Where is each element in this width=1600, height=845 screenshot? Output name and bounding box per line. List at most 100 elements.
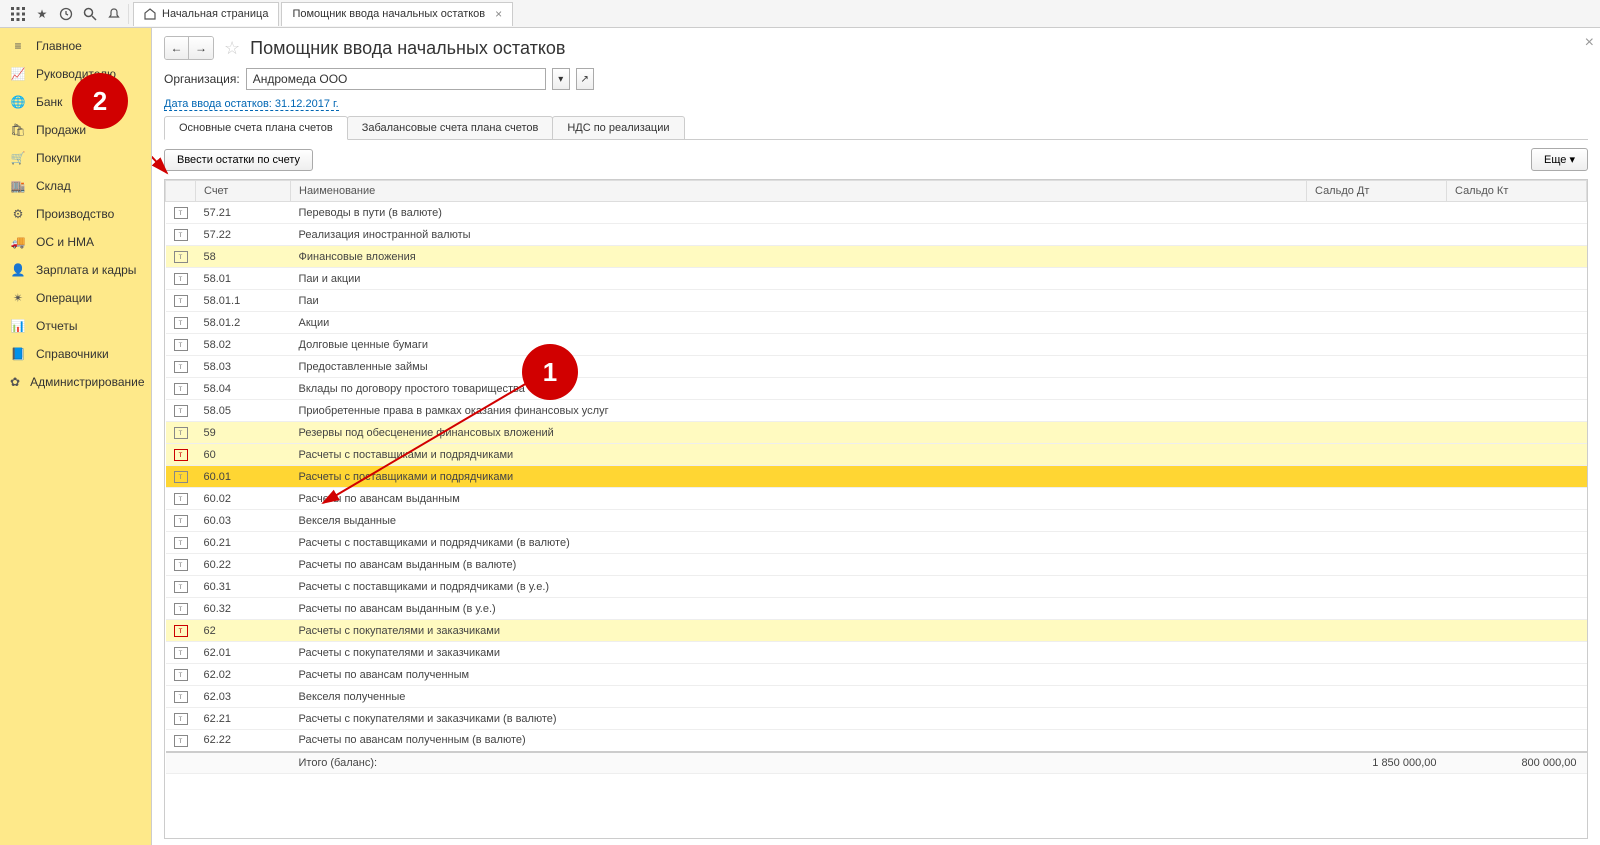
cell-saldo-kt: [1447, 642, 1587, 664]
tab-vat[interactable]: НДС по реализации: [552, 116, 684, 139]
history-icon[interactable]: [54, 2, 78, 26]
sidebar-item-12[interactable]: ✿Администрирование: [0, 368, 151, 396]
sidebar-item-0[interactable]: ≡ Главное: [0, 32, 151, 60]
tab-offbalance-accounts[interactable]: Забалансовые счета плана счетов: [347, 116, 554, 139]
cell-saldo-dt: [1307, 356, 1447, 378]
sidebar-item-3[interactable]: 🛍Продажи: [0, 116, 151, 144]
cell-saldo-dt: [1307, 268, 1447, 290]
account-type-icon: т: [174, 515, 188, 527]
forward-button[interactable]: →: [189, 37, 213, 59]
sidebar-item-label: ОС и НМА: [36, 235, 94, 249]
table-row[interactable]: т62.03Векселя полученные: [166, 686, 1587, 708]
cell-saldo-dt: [1307, 576, 1447, 598]
totals-label: Итого (баланс):: [291, 752, 1307, 774]
sidebar-icon: 🛍: [10, 122, 26, 138]
sidebar-item-5[interactable]: 🏬Склад: [0, 172, 151, 200]
sidebar-item-6[interactable]: ⚙Производство: [0, 200, 151, 228]
table-row[interactable]: т57.22Реализация иностранной валюты: [166, 224, 1587, 246]
cell-saldo-dt: [1307, 708, 1447, 730]
sidebar-icon: ≡: [10, 38, 26, 54]
sidebar-item-1[interactable]: 📈Руководителю: [0, 60, 151, 88]
account-type-icon: т: [174, 581, 188, 593]
table-row[interactable]: т58.02Долговые ценные бумаги: [166, 334, 1587, 356]
cell-account: 58.01.1: [196, 290, 291, 312]
cell-name: Реализация иностранной валюты: [291, 224, 1307, 246]
table-row[interactable]: т58.03Предоставленные займы: [166, 356, 1587, 378]
tab-main-accounts[interactable]: Основные счета плана счетов: [164, 116, 348, 140]
table-row[interactable]: т60.32Расчеты по авансам выданным (в у.е…: [166, 598, 1587, 620]
table-row[interactable]: т60.21Расчеты с поставщиками и подрядчик…: [166, 532, 1587, 554]
cell-name: Расчеты с поставщиками и подрядчиками (в…: [291, 576, 1307, 598]
table-row[interactable]: т62.01Расчеты с покупателями и заказчика…: [166, 642, 1587, 664]
cell-account: 58.01: [196, 268, 291, 290]
org-open-button[interactable]: ↗: [576, 68, 594, 90]
tab-home-label: Начальная страница: [162, 8, 268, 20]
account-type-icon: т: [174, 537, 188, 549]
cell-name: Финансовые вложения: [291, 246, 1307, 268]
col-saldo-dt: Сальдо Дт: [1307, 181, 1447, 202]
table-row[interactable]: т62.22Расчеты по авансам полученным (в в…: [166, 730, 1587, 752]
table-row[interactable]: т57.21Переводы в пути (в валюте): [166, 202, 1587, 224]
cell-saldo-dt: [1307, 488, 1447, 510]
sidebar-item-label: Справочники: [36, 347, 109, 361]
cell-saldo-dt: [1307, 202, 1447, 224]
table-row[interactable]: т58.04Вклады по договору простого товари…: [166, 378, 1587, 400]
tab-active[interactable]: Помощник ввода начальных остатков ×: [281, 2, 513, 26]
org-dropdown-button[interactable]: ▾: [552, 68, 570, 90]
accounts-table-container[interactable]: Счет Наименование Сальдо Дт Сальдо Кт т5…: [164, 179, 1588, 839]
more-button[interactable]: Еще ▾: [1531, 148, 1588, 171]
account-type-icon: т: [174, 493, 188, 505]
sidebar-icon: ✿: [10, 374, 20, 390]
table-row[interactable]: т59Резервы под обесценение финансовых вл…: [166, 422, 1587, 444]
cell-saldo-kt: [1447, 202, 1587, 224]
table-row[interactable]: т60.03Векселя выданные: [166, 510, 1587, 532]
org-input[interactable]: Андромеда ООО: [246, 68, 546, 90]
sidebar-item-4[interactable]: 🛒Покупки: [0, 144, 151, 172]
table-row[interactable]: т60.02Расчеты по авансам выданным: [166, 488, 1587, 510]
table-row[interactable]: т60.22Расчеты по авансам выданным (в вал…: [166, 554, 1587, 576]
search-icon[interactable]: [78, 2, 102, 26]
cell-name: Расчеты с покупателями и заказчиками (в …: [291, 708, 1307, 730]
sidebar-item-label: Главное: [36, 39, 82, 53]
sidebar-item-9[interactable]: ✴Операции: [0, 284, 151, 312]
sidebar-item-11[interactable]: 📘Справочники: [0, 340, 151, 368]
cell-saldo-dt: [1307, 422, 1447, 444]
cell-account: 62: [196, 620, 291, 642]
favorite-icon[interactable]: ☆: [224, 38, 240, 59]
table-row[interactable]: т60.31Расчеты с поставщиками и подрядчик…: [166, 576, 1587, 598]
sidebar-item-10[interactable]: 📊Отчеты: [0, 312, 151, 340]
cell-account: 62.02: [196, 664, 291, 686]
tab-home[interactable]: Начальная страница: [133, 2, 279, 26]
close-icon[interactable]: ×: [1585, 34, 1594, 52]
inner-tabs: Основные счета плана счетов Забалансовые…: [164, 116, 1588, 140]
table-row[interactable]: т58.05Приобретенные права в рамках оказа…: [166, 400, 1587, 422]
table-row[interactable]: т62Расчеты с покупателями и заказчиками: [166, 620, 1587, 642]
cell-saldo-dt: [1307, 334, 1447, 356]
date-link[interactable]: Дата ввода остатков: 31.12.2017 г.: [164, 98, 339, 111]
sidebar-icon: ⚙: [10, 206, 26, 222]
star-icon[interactable]: ★: [30, 2, 54, 26]
table-row[interactable]: т58.01Паи и акции: [166, 268, 1587, 290]
sidebar-item-7[interactable]: 🚚ОС и НМА: [0, 228, 151, 256]
tab-close-icon[interactable]: ×: [495, 7, 502, 21]
account-type-icon: т: [174, 691, 188, 703]
col-saldo-kt: Сальдо Кт: [1447, 181, 1587, 202]
account-type-icon: т: [174, 273, 188, 285]
cell-saldo-kt: [1447, 444, 1587, 466]
table-row[interactable]: т60.01Расчеты с поставщиками и подрядчик…: [166, 466, 1587, 488]
cell-name: Предоставленные займы: [291, 356, 1307, 378]
apps-icon[interactable]: [6, 2, 30, 26]
table-row[interactable]: т60Расчеты с поставщиками и подрядчиками: [166, 444, 1587, 466]
sidebar-item-8[interactable]: 👤Зарплата и кадры: [0, 256, 151, 284]
cell-saldo-kt: [1447, 224, 1587, 246]
sidebar: ≡Главное📈Руководителю🌐Банк🛍Продажи🛒Покуп…: [0, 28, 152, 845]
table-row[interactable]: т62.02Расчеты по авансам полученным: [166, 664, 1587, 686]
cell-account: 58.01.2: [196, 312, 291, 334]
table-row[interactable]: т58.01.2Акции: [166, 312, 1587, 334]
bell-icon[interactable]: [102, 2, 126, 26]
table-row[interactable]: т58Финансовые вложения: [166, 246, 1587, 268]
table-row[interactable]: т58.01.1Паи: [166, 290, 1587, 312]
back-button[interactable]: ←: [165, 37, 189, 59]
table-row[interactable]: т62.21Расчеты с покупателями и заказчика…: [166, 708, 1587, 730]
enter-balances-button[interactable]: Ввести остатки по счету: [164, 149, 313, 171]
